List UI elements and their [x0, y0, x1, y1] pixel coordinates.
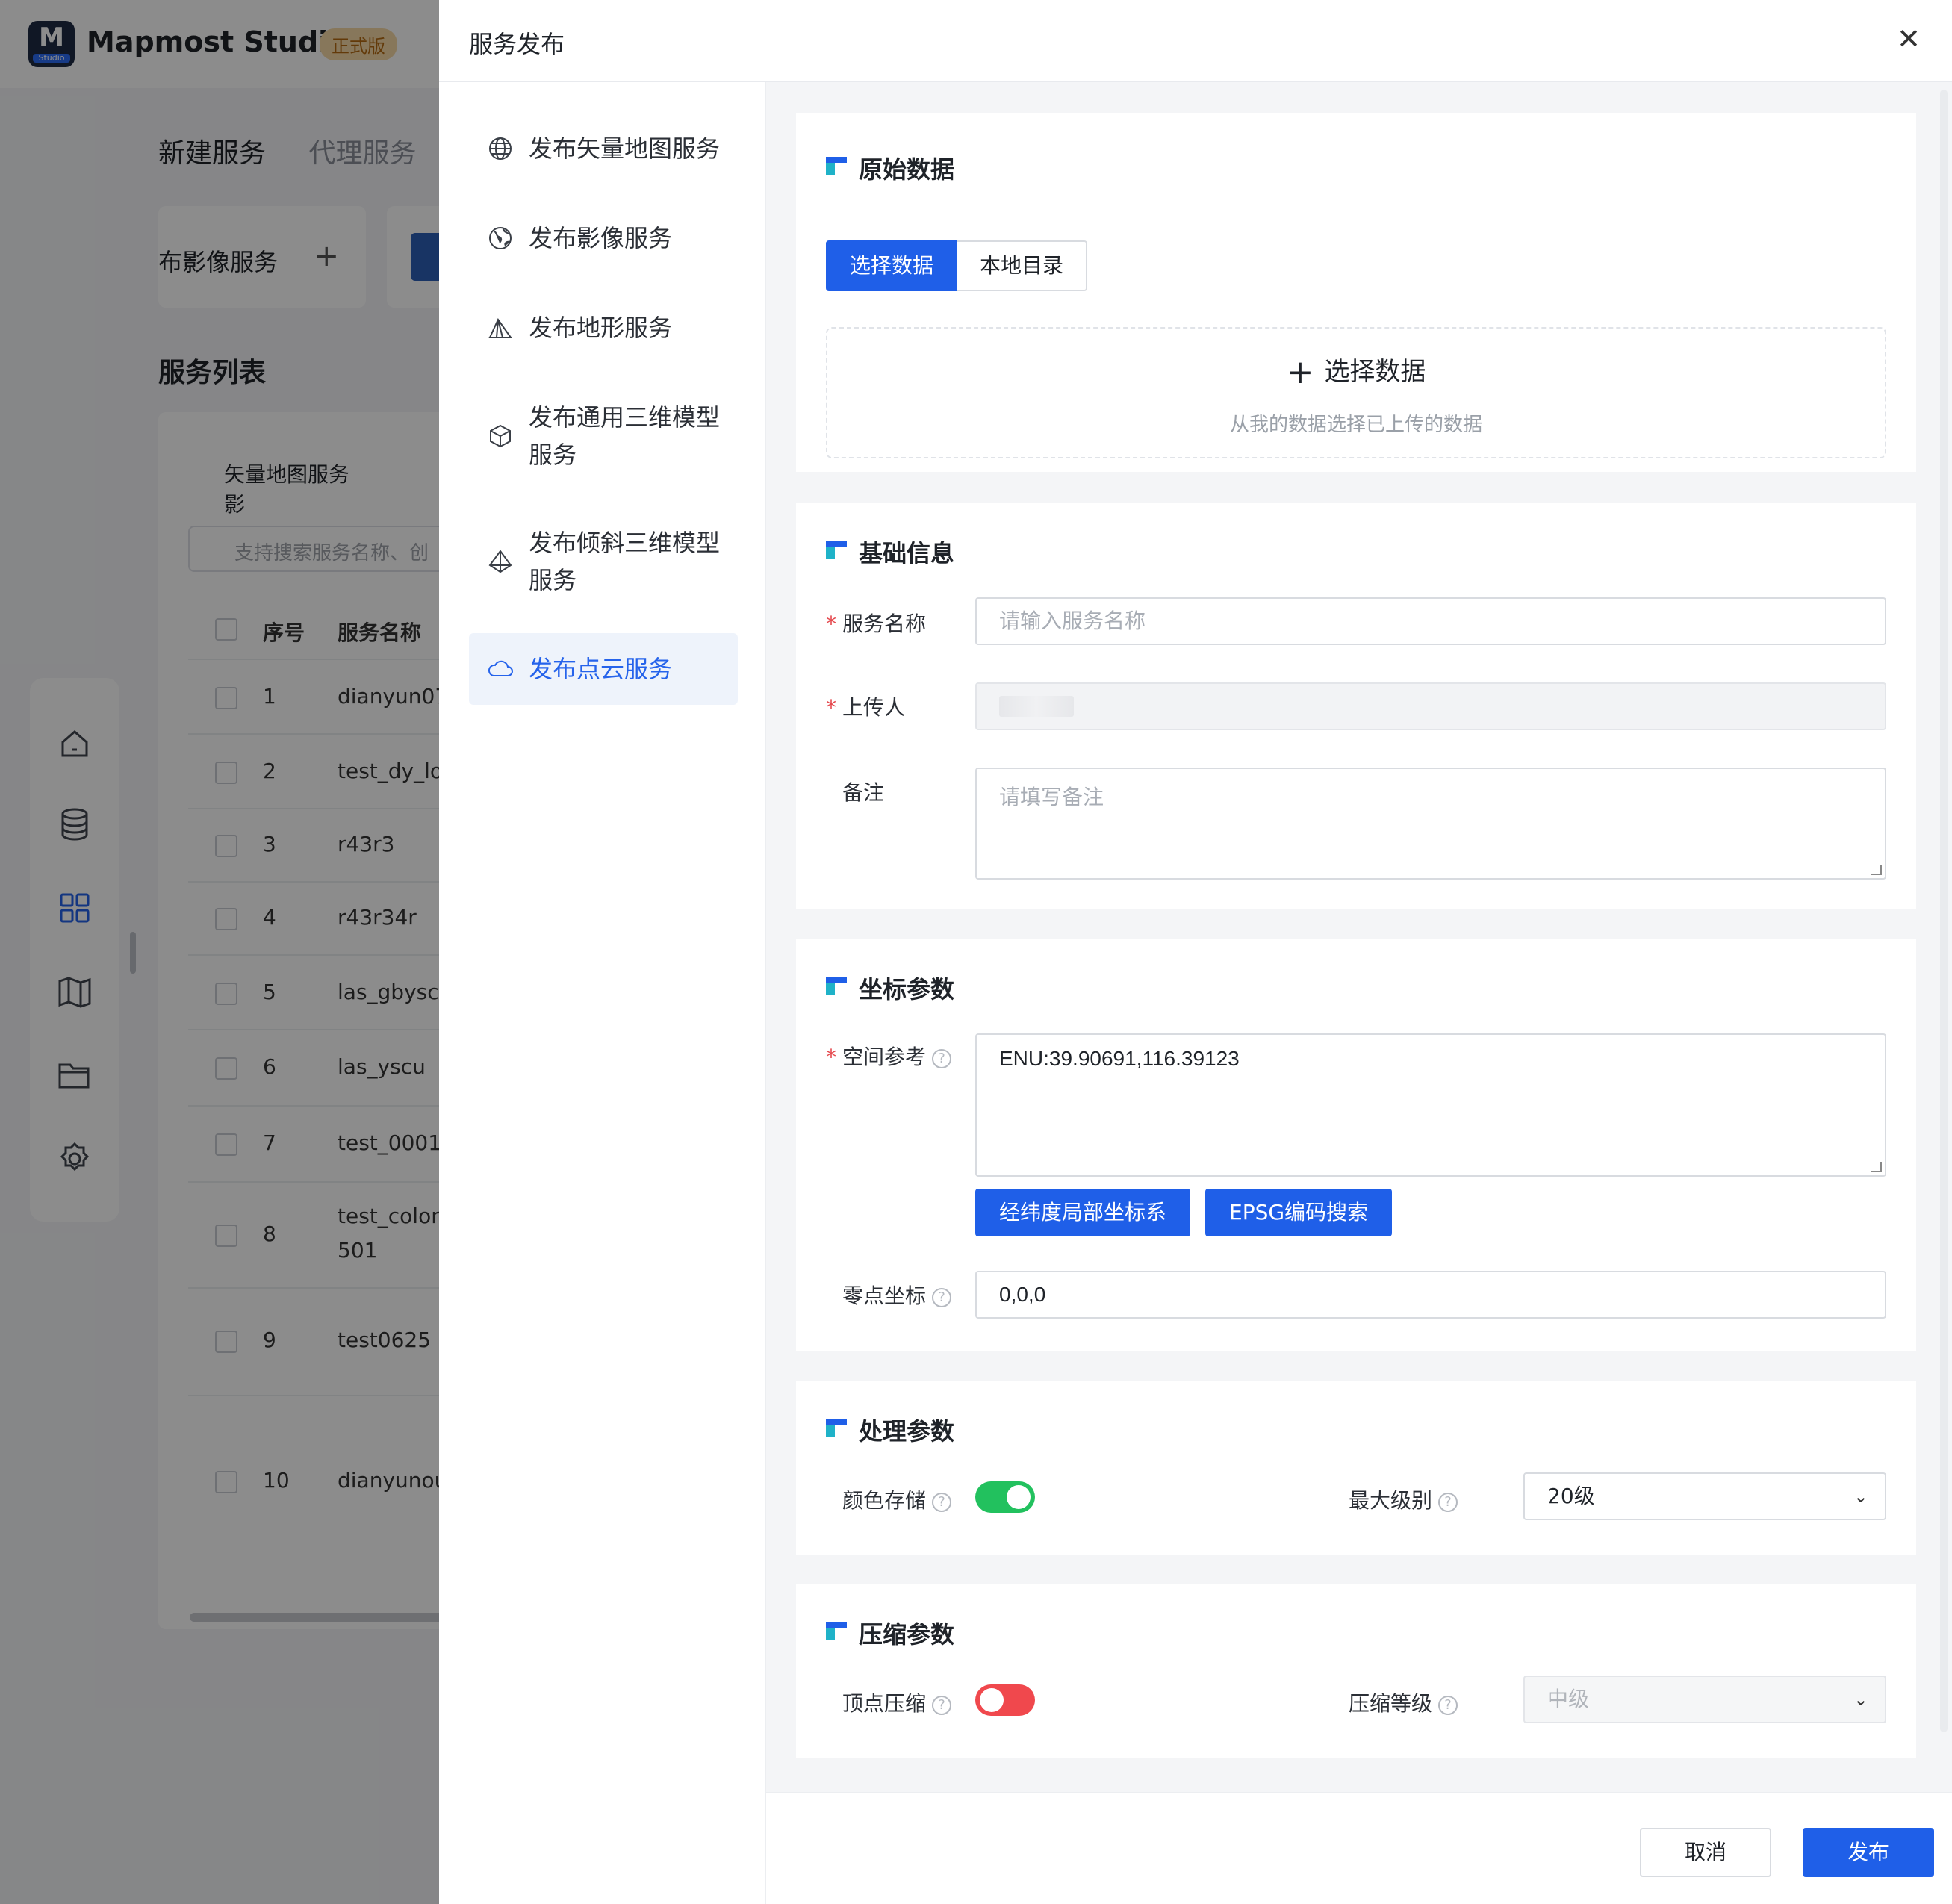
spatial-ref-label: * 空间参考? [826, 1041, 975, 1071]
cube-icon [485, 417, 515, 455]
service-name-input[interactable]: 请输入服务名称 [975, 597, 1886, 645]
nav-oblique-model[interactable]: 发布倾斜三维模型 服务 [469, 524, 738, 599]
redacted-username [999, 696, 1074, 717]
plus-icon: + [1286, 353, 1314, 391]
pyramid-icon [485, 543, 515, 580]
section-flag-icon [826, 541, 847, 559]
section-flag-icon [826, 1622, 847, 1640]
section-title: 基础信息 [826, 535, 954, 569]
nav-label: 发布通用三维模型 [529, 403, 721, 432]
compress-level-label: 压缩等级? [1349, 1687, 1498, 1717]
terrain-icon [485, 309, 515, 346]
origin-input[interactable]: 0,0,0 [975, 1271, 1886, 1319]
section-flag-icon [826, 977, 847, 995]
color-storage-switch[interactable] [975, 1481, 1035, 1513]
nav-label: 发布影像服务 [529, 224, 673, 252]
max-level-select[interactable]: 20级 ⌄ [1523, 1472, 1886, 1520]
section-title: 压缩参数 [826, 1616, 954, 1650]
spatial-ref-textarea[interactable]: ENU:39.90691,116.39123 [975, 1033, 1886, 1177]
section-basic-info: 基础信息 * 服务名称 请输入服务名称 * 上传人 备注 请填写备注 [796, 503, 1916, 909]
nav-label: 发布矢量地图服务 [529, 134, 721, 163]
vertex-compress-label: 顶点压缩? [826, 1687, 975, 1717]
color-storage-label: 颜色存储? [826, 1484, 975, 1514]
nav-label: 发布点云服务 [529, 655, 673, 683]
max-level-label: 最大级别? [1349, 1484, 1498, 1514]
nav-label: 发布倾斜三维模型 [529, 529, 721, 557]
latlon-local-crs-button[interactable]: 经纬度局部坐标系 [975, 1189, 1191, 1236]
epsg-search-button[interactable]: EPSG编码搜索 [1205, 1189, 1393, 1236]
help-icon[interactable]: ? [932, 1049, 952, 1068]
cloud-icon [485, 650, 515, 688]
nav-label-line2: 服务 [529, 441, 577, 469]
origin-label: 零点坐标? [826, 1280, 975, 1310]
help-icon[interactable]: ? [932, 1288, 952, 1307]
publish-type-nav: 发布矢量地图服务 发布影像服务 发布地形服务 发布通用三维模型 服务 发布倾斜三… [439, 82, 766, 1904]
dropzone-hint: 从我的数据选择已上传的数据 [1229, 414, 1482, 436]
remark-textarea[interactable]: 请填写备注 [975, 768, 1886, 880]
nav-3d-model[interactable]: 发布通用三维模型 服务 [469, 399, 738, 473]
data-source-toggle: 选择数据 本地目录 [826, 240, 1088, 291]
chevron-down-icon: ⌄ [1853, 1486, 1868, 1507]
nav-label-line2: 服务 [529, 566, 577, 594]
help-icon[interactable]: ? [932, 1696, 952, 1715]
nav-vector-map[interactable]: 发布矢量地图服务 [469, 130, 738, 167]
publish-drawer: 服务发布 ✕ 发布矢量地图服务 发布影像服务 发布地形服务 发布通用三维模型 服… [439, 0, 1952, 1904]
local-dir-tab[interactable]: 本地目录 [957, 240, 1088, 291]
nav-label: 发布地形服务 [529, 314, 673, 342]
uploader-field [975, 682, 1886, 730]
nav-point-cloud[interactable]: 发布点云服务 [469, 633, 738, 705]
resize-handle-icon[interactable] [1871, 865, 1882, 875]
section-flag-icon [826, 1419, 847, 1437]
vertex-compress-switch[interactable] [975, 1684, 1035, 1716]
cancel-button[interactable]: 取消 [1640, 1828, 1771, 1877]
vertical-scrollbar[interactable] [1940, 90, 1948, 1732]
earth-icon [485, 220, 515, 257]
nav-terrain[interactable]: 发布地形服务 [469, 309, 738, 346]
section-title: 处理参数 [826, 1413, 954, 1447]
section-title: 原始数据 [826, 151, 954, 185]
globe-icon [485, 130, 515, 167]
drawer-header: 服务发布 ✕ [439, 0, 1952, 82]
chevron-down-icon: ⌄ [1853, 1689, 1868, 1710]
publish-button[interactable]: 发布 [1803, 1828, 1934, 1877]
section-processing: 处理参数 颜色存储? 最大级别? 20级 ⌄ [796, 1381, 1916, 1555]
service-name-label: * 服务名称 [826, 612, 927, 636]
close-icon[interactable]: ✕ [1892, 22, 1925, 55]
dropzone-title: 选择数据 [1324, 357, 1426, 387]
publish-form: 原始数据 选择数据 本地目录 + 选择数据 从我的数据选择已上传的数据 基础信息 … [766, 82, 1952, 1792]
select-data-tab[interactable]: 选择数据 [826, 240, 958, 291]
help-icon[interactable]: ? [1438, 1493, 1458, 1512]
section-raw-data: 原始数据 选择数据 本地目录 + 选择数据 从我的数据选择已上传的数据 [796, 113, 1916, 472]
select-data-dropzone[interactable]: + 选择数据 从我的数据选择已上传的数据 [826, 327, 1886, 458]
drawer-title: 服务发布 [469, 30, 565, 58]
compress-level-select: 中级 ⌄ [1523, 1676, 1886, 1723]
section-compression: 压缩参数 顶点压缩? 压缩等级? 中级 ⌄ [796, 1584, 1916, 1758]
help-icon[interactable]: ? [1438, 1696, 1458, 1715]
remark-label: 备注 [842, 780, 885, 805]
section-coordinates: 坐标参数 * 空间参考? ENU:39.90691,116.39123 经纬度局部… [796, 939, 1916, 1351]
uploader-label: * 上传人 [826, 695, 906, 720]
help-icon[interactable]: ? [932, 1493, 952, 1512]
resize-handle-icon[interactable] [1871, 1162, 1882, 1172]
nav-imagery[interactable]: 发布影像服务 [469, 220, 738, 257]
section-flag-icon [826, 157, 847, 175]
drawer-footer: 取消 发布 [766, 1792, 1952, 1904]
section-title: 坐标参数 [826, 971, 954, 1005]
